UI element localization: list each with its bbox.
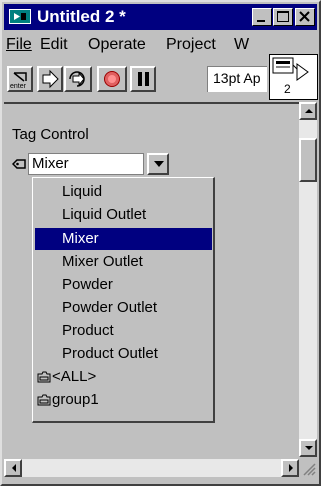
font-selector[interactable]: 13pt Ap [207, 66, 267, 92]
resize-grip[interactable] [299, 459, 317, 477]
folder-icon [37, 394, 51, 406]
arrow-left-icon [12, 464, 16, 472]
run-continuous-icon [69, 71, 85, 87]
abort-icon [104, 71, 120, 87]
menu-bar: File Edit Operate Project W [4, 33, 267, 57]
scroll-up-button[interactable] [299, 102, 317, 120]
dropdown-option-selected[interactable]: Mixer [35, 228, 212, 250]
menu-window-partial[interactable]: W [234, 36, 249, 54]
vi-icon-number: 2 [284, 82, 291, 96]
minimize-icon [257, 20, 265, 22]
menu-operate[interactable]: Operate [88, 36, 146, 54]
run-button[interactable] [37, 66, 63, 92]
minimize-button[interactable] [252, 8, 272, 26]
dropdown-group-group1[interactable]: group1 [35, 389, 212, 411]
dropdown-option[interactable]: Product Outlet [35, 343, 212, 365]
tag-control-dropdown-button[interactable] [147, 153, 169, 175]
dropdown-option[interactable]: Product [35, 320, 212, 342]
arrow-up-icon [305, 109, 313, 113]
close-icon [299, 11, 310, 22]
vi-icon[interactable]: 2 [269, 54, 318, 100]
run-arrow-icon [42, 69, 59, 89]
title-bar[interactable]: Untitled 2 * [4, 4, 317, 30]
scroll-down-button[interactable] [299, 439, 317, 457]
tag-control-label: Tag Control [12, 126, 89, 143]
dropdown-arrow-icon [154, 161, 164, 167]
vertical-scroll-thumb[interactable] [299, 138, 317, 182]
tag-dropdown-menu: Liquid Liquid Outlet Mixer Mixer Outlet … [32, 177, 215, 423]
abort-button[interactable] [97, 66, 127, 92]
tag-control[interactable]: Mixer [12, 152, 169, 177]
arrow-right-icon [289, 464, 293, 472]
dropdown-option[interactable]: Mixer Outlet [35, 251, 212, 273]
menu-edit[interactable]: Edit [40, 36, 68, 54]
run-continuously-button[interactable] [64, 66, 92, 92]
maximize-icon [277, 11, 289, 22]
enter-button[interactable]: enter [7, 66, 33, 92]
labview-window: Untitled 2 * File Edit Operate Project W… [0, 0, 321, 486]
maximize-button[interactable] [273, 8, 293, 26]
pause-button[interactable] [130, 66, 156, 92]
scroll-right-button[interactable] [281, 459, 299, 477]
labview-app-icon [9, 9, 31, 24]
toolbar: enter 13pt Ap [4, 62, 267, 96]
dropdown-option[interactable]: Powder [35, 274, 212, 296]
tag-icon [12, 159, 26, 169]
dropdown-group-all[interactable]: <ALL> [35, 366, 212, 388]
dropdown-option[interactable]: Liquid Outlet [35, 204, 212, 226]
folder-icon [37, 371, 51, 383]
scroll-left-button[interactable] [4, 459, 22, 477]
close-button[interactable] [295, 8, 315, 26]
resize-grip-icon [303, 463, 316, 476]
vertical-scrollbar[interactable] [299, 102, 317, 457]
horizontal-scrollbar[interactable] [4, 459, 299, 477]
dropdown-option[interactable]: Powder Outlet [35, 297, 212, 319]
menu-file[interactable]: File [6, 36, 32, 54]
svg-text:enter: enter [10, 83, 27, 90]
dropdown-option[interactable]: Liquid [35, 181, 212, 203]
tag-control-value[interactable]: Mixer [28, 153, 144, 175]
menu-project[interactable]: Project [166, 36, 216, 54]
pause-icon [138, 72, 149, 86]
window-title: Untitled 2 * [37, 7, 126, 26]
arrow-down-icon [305, 446, 313, 450]
